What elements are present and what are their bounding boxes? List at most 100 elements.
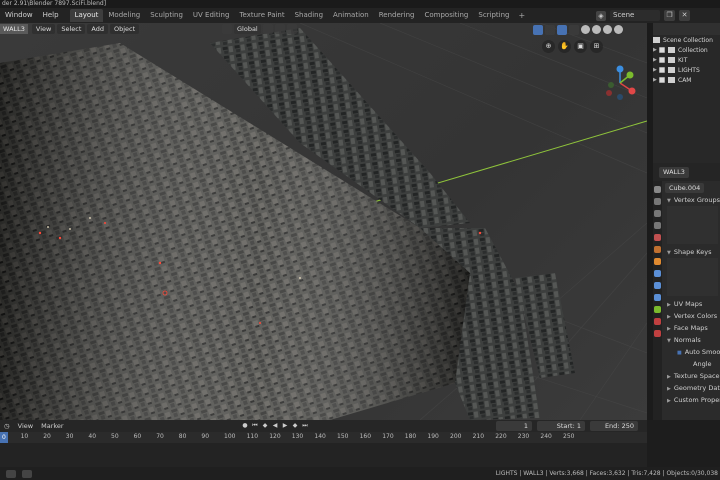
solid-shading-icon[interactable] bbox=[592, 25, 601, 34]
tab-modeling[interactable]: Modeling bbox=[103, 9, 145, 22]
include-checkbox[interactable] bbox=[659, 57, 665, 63]
play-icon[interactable]: ▶ bbox=[281, 422, 289, 430]
pivot-icon[interactable] bbox=[262, 24, 273, 34]
snap-icon[interactable] bbox=[274, 24, 285, 34]
include-checkbox[interactable] bbox=[659, 47, 665, 53]
timeline-menu-marker[interactable]: Marker bbox=[37, 422, 67, 430]
hand-pan-icon[interactable]: ✋ bbox=[558, 40, 571, 53]
tab-compositing[interactable]: Compositing bbox=[419, 9, 473, 22]
jump-start-icon[interactable]: ⏮ bbox=[251, 422, 259, 430]
timeline-area[interactable] bbox=[0, 443, 647, 467]
viewport-menu-object[interactable]: Object bbox=[110, 24, 140, 34]
tab-shading[interactable]: Shading bbox=[290, 9, 328, 22]
ruler-tick-label: 120 bbox=[269, 433, 281, 440]
timeline-ruler[interactable]: 0 10 20 30 40 50 60 70 80 90 100 110 120 130 140 150 160… bbox=[0, 432, 647, 443]
output-tab-icon[interactable] bbox=[654, 210, 661, 217]
texture-tab-icon[interactable] bbox=[654, 330, 661, 337]
mesh-name-field[interactable]: Cube.004 bbox=[665, 182, 705, 193]
particles-tab-icon[interactable] bbox=[654, 282, 661, 289]
tab-animation[interactable]: Animation bbox=[328, 9, 374, 22]
outliner-row-kit[interactable]: ▶ KIT bbox=[653, 55, 720, 65]
shape-keys-list[interactable] bbox=[667, 258, 718, 296]
tab-rendering[interactable]: Rendering bbox=[374, 9, 420, 22]
orientation-dropdown[interactable]: Global bbox=[234, 24, 261, 34]
object-tab-icon[interactable] bbox=[654, 258, 661, 265]
angle-row[interactable]: Angle bbox=[663, 358, 720, 370]
3d-viewport[interactable]: WALL3 View Select Add Object Global ⊕ ✋ … bbox=[0, 23, 647, 420]
tab-scripting[interactable]: Scripting bbox=[473, 9, 514, 22]
timeline-header: ◷ View Marker ● ⏮ ◆ ◀ ▶ ◆ ⏭ 1 Start: 1 E… bbox=[0, 420, 647, 432]
view-layer-tab-icon[interactable] bbox=[654, 222, 661, 229]
ruler-tick-label: 50 bbox=[111, 433, 119, 440]
render-tab-icon[interactable] bbox=[654, 198, 661, 205]
prev-keyframe-icon[interactable]: ◆ bbox=[261, 422, 269, 430]
scene-icon[interactable]: ◈ bbox=[596, 10, 606, 21]
outliner-scene-collection[interactable]: Scene Collection bbox=[653, 35, 720, 45]
xray-icon[interactable] bbox=[569, 24, 579, 35]
perspective-toggle-icon[interactable]: ⊞ bbox=[590, 40, 603, 53]
panel-uv-maps[interactable]: ▶ UV Maps bbox=[663, 298, 720, 310]
panel-geometry-data[interactable]: ▶ Geometry Data bbox=[663, 382, 720, 394]
menu-help[interactable]: Help bbox=[38, 8, 64, 23]
outliner-row-cam[interactable]: ▶ CAM bbox=[653, 75, 720, 85]
panel-normals[interactable]: ▼ Normals bbox=[663, 334, 720, 346]
rendered-shading-icon[interactable] bbox=[614, 25, 623, 34]
panel-vertex-groups[interactable]: ▼ Vertex Groups bbox=[663, 194, 720, 206]
panel-vertex-colors[interactable]: ▶ Vertex Colors bbox=[663, 310, 720, 322]
properties-object-name[interactable]: WALL3 bbox=[659, 166, 689, 178]
status-bar: LIGHTS | WALL3 | Verts:3,668 | Faces:3,6… bbox=[0, 467, 720, 480]
tool-tab-icon[interactable] bbox=[654, 186, 661, 193]
next-keyframe-icon[interactable]: ◆ bbox=[291, 422, 299, 430]
modifier-tab-icon[interactable] bbox=[654, 270, 661, 277]
menu-window[interactable]: Window bbox=[0, 8, 38, 23]
tab-uv-editing[interactable]: UV Editing bbox=[188, 9, 235, 22]
panel-face-maps[interactable]: ▶ Face Maps bbox=[663, 322, 720, 334]
play-reverse-icon[interactable]: ◀ bbox=[271, 422, 279, 430]
tab-layout[interactable]: Layout bbox=[69, 9, 104, 22]
tab-sculpting[interactable]: Sculpting bbox=[145, 9, 188, 22]
auto-smooth-row[interactable]: ■Auto Smooth bbox=[663, 346, 720, 358]
zoom-icon[interactable]: ⊕ bbox=[542, 40, 555, 53]
jump-end-icon[interactable]: ⏭ bbox=[301, 422, 309, 430]
record-icon[interactable]: ● bbox=[241, 422, 249, 430]
navigation-gizmo[interactable] bbox=[600, 63, 640, 103]
material-tab-icon[interactable] bbox=[654, 318, 661, 325]
scene-close-button[interactable]: ✕ bbox=[679, 10, 690, 21]
panel-texture-space[interactable]: ▶ Texture Space bbox=[663, 370, 720, 382]
top-bar: Window Help Layout Modeling Sculpting UV… bbox=[0, 8, 720, 23]
vertex-groups-list[interactable] bbox=[667, 206, 718, 244]
world-tab-icon[interactable] bbox=[654, 246, 661, 253]
panel-shape-keys[interactable]: ▼ Shape Keys bbox=[663, 246, 720, 258]
viewport-menu-select[interactable]: Select bbox=[57, 24, 86, 34]
gizmo-toggle-icon[interactable] bbox=[545, 24, 555, 35]
current-frame-field[interactable]: 1 bbox=[496, 421, 532, 431]
scene-name-field[interactable]: Scene bbox=[610, 10, 660, 21]
scene-browse-button[interactable]: ❐ bbox=[664, 10, 675, 21]
tab-texture-paint[interactable]: Texture Paint bbox=[234, 9, 289, 22]
end-frame-field[interactable]: End: 250 bbox=[590, 421, 638, 431]
outliner-row-lights[interactable]: ▶ LIGHTS bbox=[653, 65, 720, 75]
add-workspace-button[interactable]: + bbox=[515, 11, 530, 20]
ruler-tick-label: 40 bbox=[88, 433, 97, 440]
material-shading-icon[interactable] bbox=[603, 25, 612, 34]
panel-title: Face Maps bbox=[673, 324, 708, 332]
orientation-icon[interactable] bbox=[222, 24, 232, 34]
proportional-edit-icon[interactable] bbox=[286, 24, 297, 34]
panel-custom-properties[interactable]: ▶Custom Properties bbox=[663, 394, 720, 406]
viewport-menu-add[interactable]: Add bbox=[87, 24, 108, 34]
scene-tab-icon[interactable] bbox=[654, 234, 661, 241]
mesh-data-tab-icon[interactable] bbox=[654, 306, 661, 313]
overlays-icon[interactable] bbox=[557, 24, 567, 35]
active-object-label: WALL3 bbox=[0, 24, 28, 34]
camera-view-icon[interactable]: ▣ bbox=[574, 40, 587, 53]
timeline-editor-type-icon[interactable]: ◷ bbox=[0, 422, 14, 430]
timeline-menu-view[interactable]: View bbox=[14, 422, 37, 430]
viewport-menu-view[interactable]: View bbox=[31, 24, 56, 34]
visibility-icon[interactable] bbox=[533, 24, 543, 35]
include-checkbox[interactable] bbox=[659, 67, 665, 73]
wireframe-shading-icon[interactable] bbox=[581, 25, 590, 34]
physics-tab-icon[interactable] bbox=[654, 294, 661, 301]
include-checkbox[interactable] bbox=[659, 77, 665, 83]
outliner-row-collection[interactable]: ▶ Collection bbox=[653, 45, 720, 55]
start-frame-field[interactable]: Start: 1 bbox=[537, 421, 585, 431]
